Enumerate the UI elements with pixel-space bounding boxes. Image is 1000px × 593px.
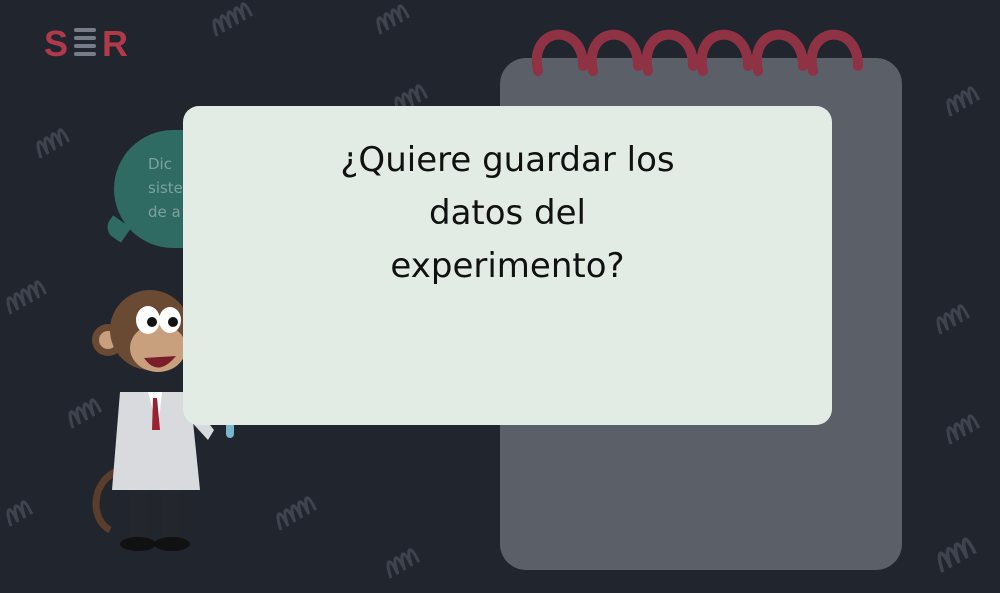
svg-text:S: S (44, 23, 68, 64)
spring-icon (36, 128, 71, 159)
spring-icon (946, 414, 981, 445)
logo-mark: S R (44, 23, 128, 64)
notepad-rings-icon (531, 29, 863, 76)
spring-icon (276, 496, 317, 531)
spring-icon (936, 304, 971, 335)
spring-icon (376, 4, 411, 35)
spring-icon (386, 548, 421, 579)
dialog-question: ¿Quiere guardar los datos del experiment… (283, 134, 732, 293)
dialog-question-line: datos del (428, 193, 587, 233)
spring-icon (6, 280, 47, 315)
svg-text:R: R (102, 23, 128, 64)
app-logo: S R (44, 22, 134, 64)
spring-icon (946, 86, 981, 117)
spring-icon (937, 537, 977, 573)
dialog-question-line: experimento? (390, 246, 625, 286)
spring-icon (6, 500, 34, 527)
dialog-question-line: ¿Quiere guardar los (340, 140, 675, 180)
spring-icon (212, 2, 253, 37)
save-experiment-dialog: ¿Quiere guardar los datos del experiment… (183, 106, 832, 425)
